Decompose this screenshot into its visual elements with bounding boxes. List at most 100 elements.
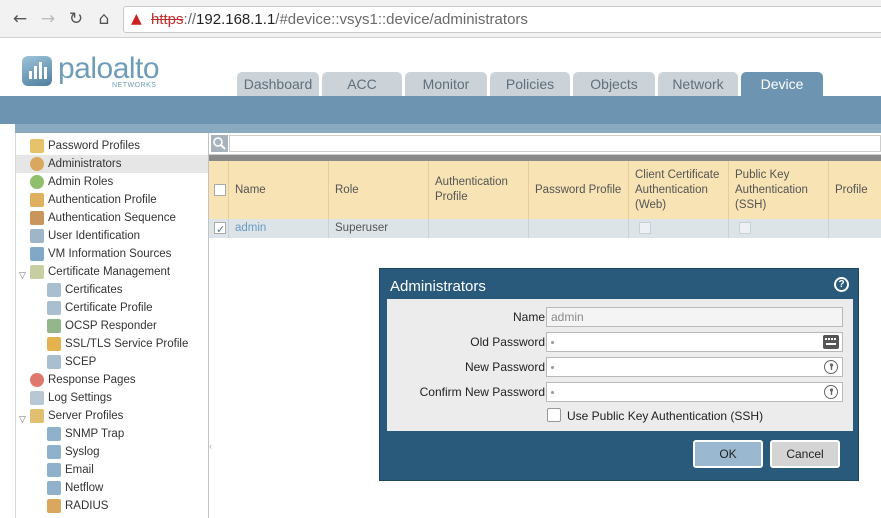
sidebar-item-label: RADIUS xyxy=(65,500,109,512)
certificate-icon xyxy=(47,283,61,297)
password-strength-icon[interactable] xyxy=(824,360,838,374)
sidebar-item-radius[interactable]: RADIUS xyxy=(16,497,208,515)
header-band xyxy=(0,96,881,124)
sidebar-item-label: Response Pages xyxy=(48,374,136,386)
filter-input[interactable] xyxy=(229,135,881,152)
help-icon[interactable]: ? xyxy=(834,277,849,292)
sidebar-item-email[interactable]: Email xyxy=(16,461,208,479)
password-dot xyxy=(551,366,554,369)
logo-text: paloalto xyxy=(58,52,160,85)
keyboard-icon[interactable] xyxy=(823,335,839,349)
sidebar-item-label: Email xyxy=(65,464,94,476)
tab-monitor[interactable]: Monitor xyxy=(405,72,487,96)
warning-icon[interactable]: ▲ xyxy=(131,11,142,27)
password-strength-icon[interactable] xyxy=(824,385,838,399)
sidebar-item-admin-roles[interactable]: Admin Roles xyxy=(16,173,208,191)
tab-network[interactable]: Network xyxy=(658,72,738,96)
column-header-name[interactable]: Name xyxy=(229,161,329,219)
sidebar-item-scep[interactable]: SCEP xyxy=(16,353,208,371)
paloalto-logo: paloalto NETWORKS xyxy=(22,52,162,92)
ok-button[interactable]: OK xyxy=(693,440,763,468)
sidebar-item-netflow[interactable]: Netflow xyxy=(16,479,208,497)
column-header-auth-profile[interactable]: Authentication Profile xyxy=(429,161,529,219)
column-header-role[interactable]: Role xyxy=(329,161,429,219)
url-path: /#device::vsys1::device/administrators xyxy=(275,11,528,28)
sidebar-item-label: Authentication Profile xyxy=(48,194,157,206)
log-settings-icon xyxy=(30,391,44,405)
snmp-icon xyxy=(47,427,61,441)
password-dot xyxy=(551,341,554,344)
sidebar-item-certificates[interactable]: Certificates xyxy=(16,281,208,299)
sidebar-item-label: Certificate Management xyxy=(48,266,171,278)
sidebar-item-label: Syslog xyxy=(65,446,100,458)
ssh-checkbox-label[interactable]: Use Public Key Authentication (SSH) xyxy=(567,409,763,423)
select-all-checkbox[interactable] xyxy=(214,184,226,196)
sidebar-item-snmp-trap[interactable]: SNMP Trap xyxy=(16,425,208,443)
search-icon[interactable] xyxy=(211,135,228,152)
syslog-icon xyxy=(47,445,61,459)
sidebar-item-administrators[interactable]: Administrators xyxy=(16,155,208,173)
sidebar-item-syslog[interactable]: Syslog xyxy=(16,443,208,461)
browser-toolbar: ← → ↻ ⌂ ▲ https://192.168.1.1/#device::v… xyxy=(0,0,881,38)
url-host: 192.168.1.1 xyxy=(196,11,276,28)
ocsp-icon xyxy=(47,319,61,333)
sidebar-item-certificate-management[interactable]: ▽ Certificate Management xyxy=(16,263,208,281)
sidebar-item-label: Administrators xyxy=(48,158,122,170)
sidebar-item-authentication-profile[interactable]: Authentication Profile xyxy=(16,191,208,209)
name-label: Name xyxy=(512,310,545,324)
confirm-password-field[interactable] xyxy=(546,382,843,402)
cell-name-link[interactable]: admin xyxy=(229,219,329,238)
ssh-checkbox[interactable] xyxy=(547,408,561,422)
row-checkbox[interactable] xyxy=(214,220,226,239)
forward-button[interactable]: → xyxy=(38,8,58,30)
lock-icon xyxy=(47,337,61,351)
scep-icon xyxy=(47,355,61,369)
device-sidebar: Password Profiles Administrators Admin R… xyxy=(15,133,209,518)
public-key-checkbox xyxy=(739,222,751,234)
column-header-public-key-auth[interactable]: Public Key Authentication (SSH) xyxy=(729,161,829,219)
logo-mark-icon xyxy=(22,56,52,86)
sidebar-item-label: Server Profiles xyxy=(48,410,124,422)
password-dot xyxy=(551,391,554,394)
new-password-label: New Password xyxy=(464,360,545,374)
reload-button[interactable]: ↻ xyxy=(66,8,86,30)
cancel-button[interactable]: Cancel xyxy=(770,440,840,468)
sidebar-item-certificate-profile[interactable]: Certificate Profile xyxy=(16,299,208,317)
column-header-client-cert-auth[interactable]: Client Certificate Authentication (Web) xyxy=(629,161,729,219)
tab-dashboard[interactable]: Dashboard xyxy=(237,72,319,96)
address-bar[interactable]: ▲ https://192.168.1.1/#device::vsys1::de… xyxy=(123,6,881,33)
sidebar-item-vm-information-sources[interactable]: VM Information Sources xyxy=(16,245,208,263)
url-text[interactable]: https://192.168.1.1/#device::vsys1::devi… xyxy=(151,11,528,28)
sidebar-item-label: VM Information Sources xyxy=(48,248,172,260)
cert-management-icon xyxy=(30,265,44,279)
old-password-field[interactable] xyxy=(546,332,843,352)
home-button[interactable]: ⌂ xyxy=(94,8,114,30)
sidebar-item-ocsp-responder[interactable]: OCSP Responder xyxy=(16,317,208,335)
back-button[interactable]: ← xyxy=(10,8,30,30)
sidebar-item-password-profiles[interactable]: Password Profiles xyxy=(16,137,208,155)
table-row[interactable]: admin Superuser xyxy=(209,219,881,239)
sidebar-item-response-pages[interactable]: Response Pages xyxy=(16,371,208,389)
url-scheme: https xyxy=(151,11,184,28)
auth-sequence-icon xyxy=(30,211,44,225)
grid-header: Name Role Authentication Profile Passwor… xyxy=(209,161,881,219)
vm-info-icon xyxy=(30,247,44,261)
new-password-field[interactable] xyxy=(546,357,843,377)
tab-objects[interactable]: Objects xyxy=(573,72,655,96)
sidebar-item-ssl-tls-service-profile[interactable]: SSL/TLS Service Profile xyxy=(16,335,208,353)
sidebar-item-label: User Identification xyxy=(48,230,141,242)
admin-role-icon xyxy=(30,175,44,189)
panel-splitter-handle[interactable]: ‹ xyxy=(209,441,213,459)
sidebar-item-label: SSL/TLS Service Profile xyxy=(65,338,189,350)
sidebar-item-log-settings[interactable]: Log Settings xyxy=(16,389,208,407)
sidebar-item-server-profiles[interactable]: ▽ Server Profiles xyxy=(16,407,208,425)
column-header-profile[interactable]: Profile xyxy=(829,161,881,219)
sidebar-item-authentication-sequence[interactable]: Authentication Sequence xyxy=(16,209,208,227)
tab-acc[interactable]: ACC xyxy=(322,72,402,96)
column-header-password-profile[interactable]: Password Profile xyxy=(529,161,629,219)
administrators-dialog: Administrators ? Name admin Old Password… xyxy=(379,268,859,481)
sidebar-item-user-identification[interactable]: User Identification xyxy=(16,227,208,245)
tab-device[interactable]: Device xyxy=(741,72,823,96)
tab-policies[interactable]: Policies xyxy=(490,72,570,96)
sidebar-item-label: Certificates xyxy=(65,284,123,296)
